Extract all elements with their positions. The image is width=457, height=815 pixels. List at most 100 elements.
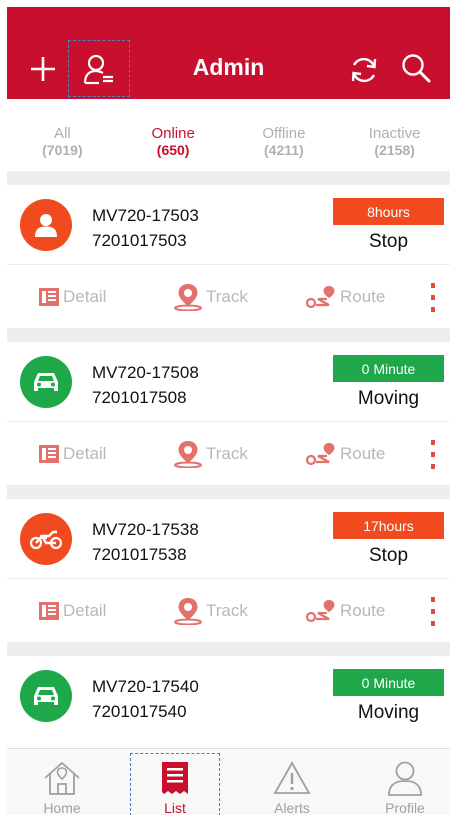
car-icon: [34, 373, 58, 391]
route-button[interactable]: Route: [305, 597, 385, 625]
plus-icon: [31, 57, 55, 81]
more-options-button[interactable]: [425, 281, 441, 315]
nav-home[interactable]: Home: [17, 749, 107, 815]
nav-label: List: [164, 800, 186, 815]
refresh-button[interactable]: [347, 53, 381, 87]
detail-button[interactable]: Detail: [38, 597, 106, 625]
detail-label: Detail: [63, 287, 107, 306]
search-icon: [402, 54, 431, 83]
device-id: 7201017508: [92, 388, 187, 407]
person-icon: [35, 214, 57, 237]
device-name: MV720-17508: [92, 363, 199, 382]
tab-all[interactable]: All (7019): [7, 99, 118, 171]
track-label: Track: [206, 287, 248, 306]
more-vertical-icon: [431, 440, 435, 469]
route-label: Route: [340, 601, 386, 620]
track-button[interactable]: Track: [173, 597, 248, 625]
device-actions: Detail Track Route: [7, 422, 450, 485]
route-button[interactable]: Route: [305, 440, 385, 468]
route-icon: [305, 286, 335, 309]
tab-count: (7019): [42, 142, 83, 158]
device-avatar: [20, 513, 72, 565]
tab-inactive[interactable]: Inactive (2158): [339, 99, 450, 171]
device-avatar: [20, 199, 72, 251]
duration-badge: 0 Minute: [333, 669, 444, 696]
detail-icon: [39, 288, 59, 306]
route-icon: [305, 443, 335, 466]
route-button[interactable]: Route: [305, 283, 385, 311]
user-list-icon: [83, 54, 113, 84]
detail-label: Detail: [63, 444, 107, 463]
detail-icon: [39, 445, 59, 463]
route-icon: [305, 600, 335, 623]
car-icon: [34, 687, 58, 705]
nav-profile[interactable]: Profile: [360, 749, 450, 815]
device-avatar: [20, 356, 72, 408]
search-button[interactable]: [399, 51, 433, 85]
device-state: Stop: [368, 545, 409, 566]
device-id: 7201017538: [92, 545, 187, 564]
device-state: Moving: [357, 702, 420, 723]
tab-offline[interactable]: Offline (4211): [229, 99, 340, 171]
device-avatar: [20, 670, 72, 722]
detail-button[interactable]: Detail: [38, 440, 106, 468]
device-name: MV720-17503: [92, 206, 199, 225]
more-options-button[interactable]: [425, 438, 441, 472]
device-name: MV720-17540: [92, 677, 199, 696]
tab-label: All: [54, 125, 71, 142]
device-name: MV720-17538: [92, 520, 199, 539]
device-card[interactable]: MV720-17540 7201017540 0 Minute Moving: [7, 656, 450, 748]
track-pin-icon: [174, 598, 202, 625]
page-title: Admin: [192, 54, 265, 80]
tab-count: (650): [156, 142, 190, 158]
detail-label: Detail: [63, 601, 107, 620]
device-id: 7201017503: [92, 231, 187, 250]
device-actions: Detail Track Route: [7, 579, 450, 642]
nav-label: Home: [43, 800, 81, 815]
more-options-button[interactable]: [425, 595, 441, 629]
track-label: Track: [206, 601, 248, 620]
track-label: Track: [206, 444, 248, 463]
device-state: Moving: [357, 388, 420, 409]
detail-button[interactable]: Detail: [38, 283, 106, 311]
track-pin-icon: [174, 284, 202, 311]
track-pin-icon: [174, 441, 202, 468]
motorcycle-icon: [29, 530, 63, 550]
tab-label: Inactive: [368, 125, 421, 142]
tab-label: Offline: [262, 125, 306, 142]
status-tabs: All (7019) Online (650) Offline (4211) I…: [7, 99, 450, 171]
nav-label: Alerts: [274, 800, 310, 815]
device-id: 7201017540: [92, 702, 187, 721]
device-actions: Detail Track Route: [7, 265, 450, 328]
tab-count: (4211): [264, 142, 304, 158]
home-icon: [44, 761, 80, 795]
track-button[interactable]: Track: [173, 440, 248, 468]
tab-online[interactable]: Online (650): [118, 99, 229, 171]
track-button[interactable]: Track: [173, 283, 248, 311]
more-vertical-icon: [431, 283, 435, 312]
bottom-navigation: Home List Alerts Profile: [7, 748, 450, 815]
duration-badge: 8hours: [333, 198, 444, 225]
route-label: Route: [340, 444, 386, 463]
header-bar: Admin: [7, 7, 450, 99]
user-list-button[interactable]: [68, 40, 130, 97]
alert-triangle-icon: [273, 761, 311, 794]
tab-count: (2158): [374, 142, 415, 158]
refresh-icon: [351, 57, 377, 83]
device-state: Stop: [368, 231, 409, 252]
app-screen: Admin All (7019) Online (650) Offline (4…: [7, 7, 450, 815]
detail-icon: [39, 602, 59, 620]
tab-label: Online: [151, 125, 195, 142]
list-icon: [162, 762, 188, 794]
device-card[interactable]: MV720-17508 7201017508 0 Minute Moving D…: [7, 342, 450, 485]
add-button[interactable]: [25, 51, 61, 87]
device-card[interactable]: MV720-17503 7201017503 8hours Stop Detai…: [7, 185, 450, 328]
profile-icon: [388, 761, 422, 796]
device-card[interactable]: MV720-17538 7201017538 17hours Stop Deta…: [7, 499, 450, 642]
nav-alerts[interactable]: Alerts: [247, 749, 337, 815]
duration-badge: 0 Minute: [333, 355, 444, 382]
more-vertical-icon: [431, 597, 435, 626]
nav-label: Profile: [385, 800, 425, 815]
nav-list[interactable]: List: [130, 749, 220, 815]
route-label: Route: [340, 287, 386, 306]
